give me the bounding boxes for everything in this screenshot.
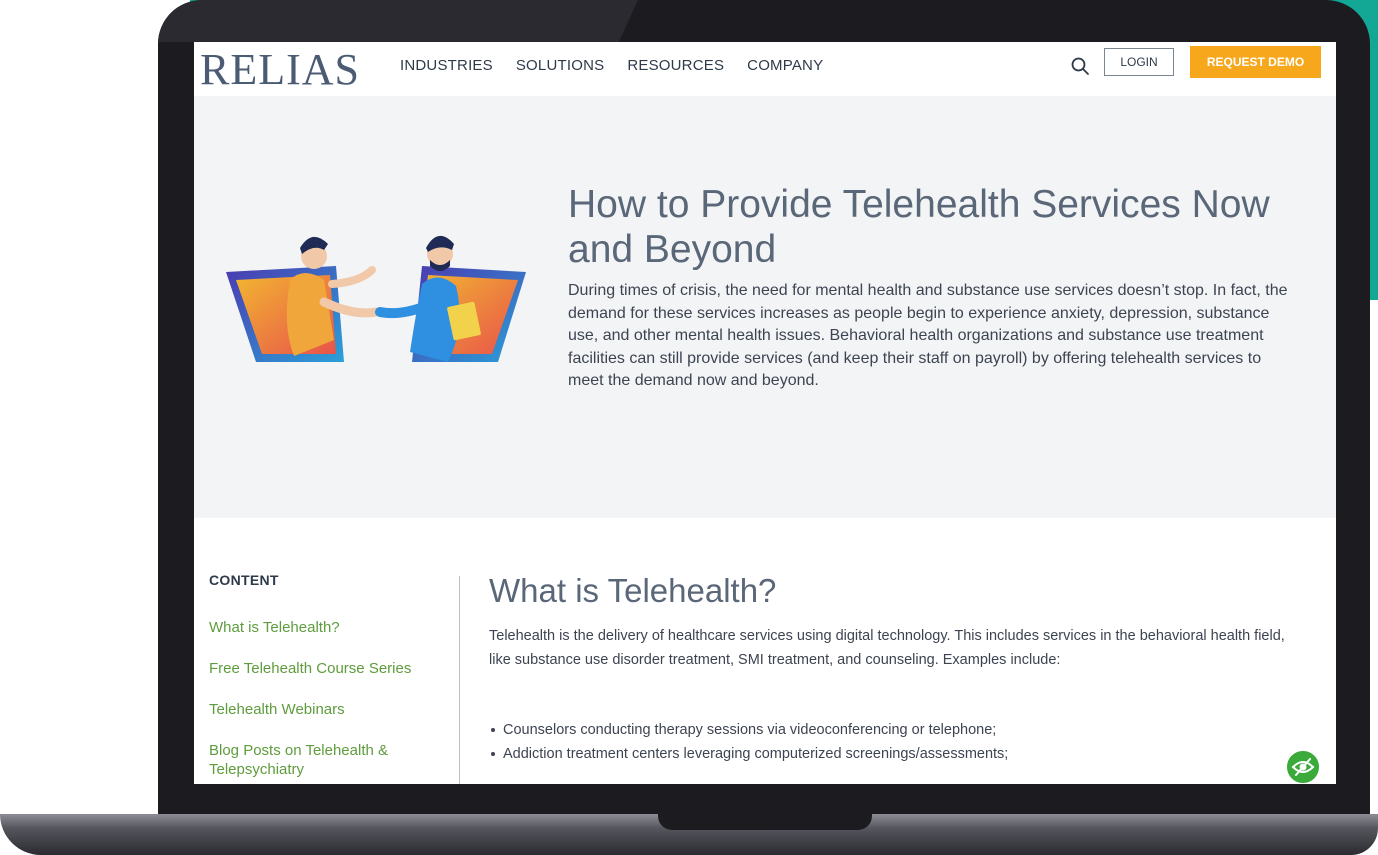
sidebar-link-blog-posts[interactable]: Blog Posts on Telehealth & Telepsychiatr…: [209, 741, 449, 779]
site-header: RELIAS INDUSTRIES SOLUTIONS RESOURCES CO…: [194, 42, 1336, 97]
accessibility-button[interactable]: [1284, 748, 1322, 784]
request-demo-button[interactable]: REQUEST DEMO: [1190, 46, 1321, 78]
page-title: How to Provide Telehealth Services Now a…: [568, 183, 1270, 271]
eye-slash-icon: [1291, 758, 1315, 776]
main-nav: INDUSTRIES SOLUTIONS RESOURCES COMPANY: [400, 57, 823, 74]
list-item: Addiction treatment centers leveraging c…: [489, 742, 1309, 766]
nav-item-resources[interactable]: RESOURCES: [627, 57, 724, 74]
nav-item-solutions[interactable]: SOLUTIONS: [516, 57, 604, 74]
laptop-bezel-shine: [158, 0, 638, 42]
search-icon[interactable]: [1070, 56, 1090, 76]
section-intro: Telehealth is the delivery of healthcare…: [489, 628, 1285, 668]
content-sidebar: CONTENT What is Telehealth? Free Telehea…: [209, 572, 449, 784]
section-title: What is Telehealth?: [489, 572, 777, 609]
laptop-notch: [658, 814, 872, 830]
examples-list: Counselors conducting therapy sessions v…: [489, 718, 1309, 766]
content-divider: [459, 576, 460, 784]
hero-section: How to Provide Telehealth Services Now a…: [194, 96, 1336, 518]
sidebar-heading: CONTENT: [209, 572, 279, 588]
sidebar-link-webinars[interactable]: Telehealth Webinars: [209, 700, 449, 719]
sidebar-link-what-is-telehealth[interactable]: What is Telehealth?: [209, 618, 449, 637]
nav-item-company[interactable]: COMPANY: [747, 57, 823, 74]
nav-item-industries[interactable]: INDUSTRIES: [400, 57, 493, 74]
hero-description: During times of crisis, the need for men…: [568, 282, 1288, 389]
browser-screen: RELIAS INDUSTRIES SOLUTIONS RESOURCES CO…: [194, 42, 1336, 784]
list-item: Counselors conducting therapy sessions v…: [489, 718, 1309, 742]
login-button[interactable]: LOGIN: [1104, 48, 1174, 76]
telehealth-illustration: [226, 235, 526, 362]
sidebar-link-course-series[interactable]: Free Telehealth Course Series: [209, 659, 449, 678]
relias-logo[interactable]: RELIAS: [200, 44, 360, 95]
